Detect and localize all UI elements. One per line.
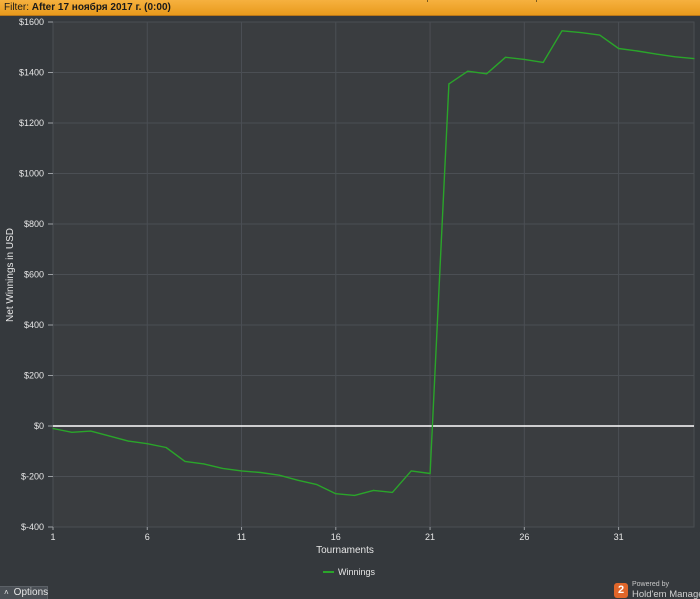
x-tick-label: 21	[425, 532, 435, 542]
x-axis-title: Tournaments	[316, 545, 374, 556]
filter-value: After 17 ноября 2017 г. (0:00)	[31, 2, 171, 13]
data-point	[523, 58, 525, 60]
data-point	[146, 443, 148, 445]
data-point	[335, 493, 337, 495]
data-point	[372, 489, 375, 491]
options-label: Options	[13, 587, 49, 598]
chevron-up-icon: ˄	[4, 588, 9, 597]
data-point	[316, 483, 318, 486]
x-tick-label: 26	[519, 532, 529, 542]
data-point	[542, 61, 544, 64]
filter-bar-divider	[427, 0, 428, 2]
y-tick-labels: $-400 $-200 $0 $200 $400 $600 $800 $1000 $1200 $1…	[19, 17, 53, 532]
data-point	[127, 440, 130, 442]
data-point	[108, 435, 111, 437]
y-tick-label: $-400	[21, 522, 44, 532]
data-point	[599, 34, 601, 36]
data-point	[429, 472, 431, 475]
data-point	[297, 479, 299, 481]
x-tick-labels: 1 6 11 16 21 26 31	[50, 527, 624, 542]
data-point	[259, 471, 261, 474]
x-tick-label: 31	[614, 532, 624, 542]
y-tick-label: $200	[24, 371, 44, 381]
y-tick-label: $1200	[19, 118, 44, 128]
data-point	[71, 431, 73, 433]
data-point	[203, 463, 205, 465]
winnings-chart: $-400 $-200 $0 $200 $400 $600 $800 $1000 $1200 $1…	[5, 17, 695, 577]
data-point	[354, 494, 356, 497]
data-point	[278, 474, 280, 476]
x-tick-label: 11	[237, 532, 246, 542]
data-point	[655, 53, 657, 55]
y-tick-label: $1000	[19, 169, 44, 179]
data-point	[222, 467, 224, 470]
y-tick-label: $0	[34, 421, 44, 431]
powered-by-text: Powered by	[632, 581, 669, 588]
x-tick-label: 1	[50, 532, 55, 542]
data-point	[165, 446, 167, 449]
y-tick-label: $800	[24, 219, 44, 229]
data-point	[617, 47, 620, 50]
data-point	[561, 30, 563, 32]
data-point	[467, 70, 469, 72]
hem-logo-icon: 2	[614, 583, 628, 598]
filter-bar-divider	[536, 0, 537, 2]
legend-label-winnings: Winnings	[338, 567, 376, 577]
data-point	[410, 470, 412, 472]
y-axis-title: Net Winnings in USD	[5, 228, 16, 322]
data-point	[391, 491, 393, 494]
filter-bar[interactable]: Filter: After 17 ноября 2017 г. (0:00)	[0, 0, 700, 16]
x-tick-label: 16	[331, 532, 341, 542]
y-tick-label: $-200	[21, 472, 44, 482]
data-point	[486, 73, 488, 75]
y-tick-label: $400	[24, 320, 44, 330]
legend[interactable]: Winnings	[323, 567, 376, 577]
data-point	[90, 430, 92, 432]
y-tick-label: $1400	[19, 68, 44, 78]
brand-name: Hold'em Manager	[632, 589, 700, 599]
data-point	[504, 56, 507, 58]
data-point	[674, 56, 676, 58]
y-tick-label: $600	[24, 270, 44, 280]
data-point	[240, 470, 243, 472]
y-tick-label: $1600	[19, 17, 44, 27]
data-point	[52, 427, 54, 430]
filter-label: Filter:	[4, 2, 32, 13]
data-point	[448, 83, 450, 85]
data-point	[580, 32, 582, 34]
options-button[interactable]: ˄ Options	[0, 586, 48, 599]
data-point	[184, 460, 186, 462]
brand-logo-area: 2 Powered by Hold'em Manager	[612, 580, 700, 599]
data-point	[693, 58, 695, 60]
x-tick-label: 6	[145, 532, 150, 542]
data-point	[636, 50, 639, 52]
